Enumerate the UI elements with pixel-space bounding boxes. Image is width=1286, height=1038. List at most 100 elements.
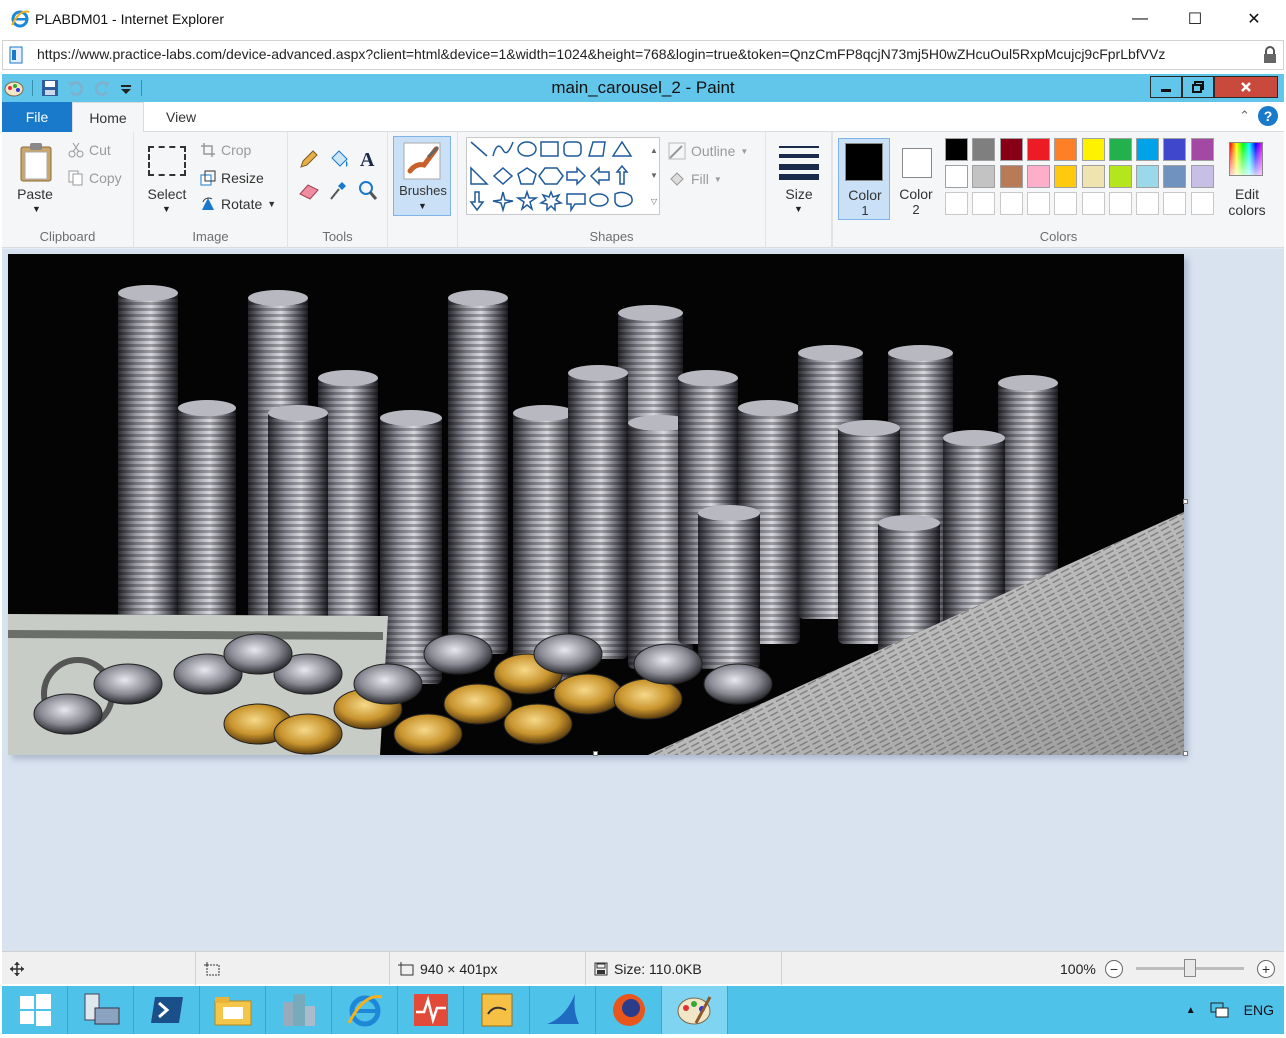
crop-button[interactable]: Crop xyxy=(200,142,251,158)
expand-icon[interactable]: ▽ xyxy=(651,197,657,206)
taskbar-wireshark[interactable] xyxy=(530,986,596,1034)
zoom-slider-thumb[interactable] xyxy=(1184,959,1196,977)
resize-button[interactable]: Resize xyxy=(200,170,264,186)
tab-home[interactable]: Home xyxy=(72,102,144,133)
coin-stack-ridges xyxy=(448,294,508,654)
color-swatch[interactable] xyxy=(1136,192,1160,215)
color-swatch[interactable] xyxy=(1163,165,1187,188)
tab-file[interactable]: File xyxy=(2,102,72,132)
maximize-button[interactable]: ☐ xyxy=(1172,6,1218,32)
taskbar-buildings[interactable] xyxy=(266,986,332,1034)
magnifier-icon[interactable] xyxy=(358,180,378,202)
coin-stack-top xyxy=(448,290,508,306)
network-icon[interactable] xyxy=(1210,1001,1230,1019)
close-button[interactable]: ✕ xyxy=(1231,6,1277,32)
taskbar-performance-monitor[interactable] xyxy=(398,986,464,1034)
color-swatch[interactable] xyxy=(1081,192,1105,215)
color-swatch[interactable] xyxy=(999,165,1023,188)
color-swatch[interactable] xyxy=(1081,165,1105,188)
show-hidden-icons-icon[interactable]: ▲ xyxy=(1186,1005,1196,1016)
taskbar-powershell[interactable] xyxy=(134,986,200,1034)
color-swatch[interactable] xyxy=(1108,192,1132,215)
taskbar-paint[interactable] xyxy=(662,986,728,1034)
pencil-icon[interactable] xyxy=(298,150,318,170)
color-swatch[interactable] xyxy=(972,165,996,188)
scroll-down-icon[interactable]: ▼ xyxy=(650,171,658,180)
color-swatch[interactable] xyxy=(1026,138,1050,161)
size-button[interactable]: Size ▼ xyxy=(772,138,826,218)
color-swatch[interactable] xyxy=(1163,138,1187,161)
color-swatch[interactable] xyxy=(1190,192,1214,215)
color-swatch[interactable] xyxy=(1026,192,1050,215)
fill-button[interactable]: Fill ▼ xyxy=(668,170,722,188)
paint-restore-button[interactable] xyxy=(1182,76,1214,98)
color-swatch[interactable] xyxy=(1054,138,1078,161)
color-swatch[interactable] xyxy=(945,165,968,188)
copy-button[interactable]: Copy xyxy=(68,170,122,186)
paint-palette-icon xyxy=(677,996,711,1025)
zoom-in-button[interactable]: + xyxy=(1257,960,1275,978)
color-swatch[interactable] xyxy=(1054,192,1078,215)
rotate-button[interactable]: Rotate ▼ xyxy=(200,196,276,212)
taskbar-notes[interactable] xyxy=(464,986,530,1034)
tab-view[interactable]: View xyxy=(148,102,214,132)
resize-handle-corner[interactable] xyxy=(1183,751,1188,756)
selection-icon xyxy=(204,961,220,975)
color-swatch[interactable] xyxy=(1054,165,1078,188)
lock-icon[interactable] xyxy=(1263,46,1277,64)
color-swatch[interactable] xyxy=(945,192,968,215)
image-canvas[interactable] xyxy=(8,254,1184,755)
url-text[interactable]: https://www.practice-labs.com/device-adv… xyxy=(37,46,1259,62)
notes-icon xyxy=(481,993,512,1027)
minimize-button[interactable]: — xyxy=(1117,6,1163,32)
shapes-scroll[interactable]: ▲ ▼ ▽ xyxy=(648,138,660,214)
color-swatch[interactable] xyxy=(1108,138,1132,161)
resize-handle-bottom[interactable] xyxy=(593,751,598,756)
color-swatch[interactable] xyxy=(1081,138,1105,161)
file-size: Size: 110.0KB xyxy=(586,952,782,985)
ribbon-tabs: File Home View ⌃ ? xyxy=(2,102,1284,133)
outline-button[interactable]: Outline ▼ xyxy=(668,142,748,160)
color-swatch[interactable] xyxy=(1163,192,1187,215)
color-swatch[interactable] xyxy=(999,138,1023,161)
start-button[interactable] xyxy=(2,986,68,1034)
text-icon[interactable]: A xyxy=(358,148,378,170)
loose-coin xyxy=(553,673,623,715)
brushes-button[interactable]: Brushes ▼ xyxy=(393,136,451,216)
resize-handle-right[interactable] xyxy=(1183,499,1188,504)
color-swatch[interactable] xyxy=(1136,138,1160,161)
paint-minimize-button[interactable] xyxy=(1150,76,1182,98)
paste-button[interactable]: Paste ▼ xyxy=(10,138,60,220)
color-spectrum-icon xyxy=(1229,142,1263,176)
shapes-gallery[interactable] xyxy=(466,137,660,215)
fill-bucket-icon[interactable] xyxy=(328,148,350,170)
cut-button[interactable]: Cut xyxy=(68,142,111,158)
taskbar-server-manager[interactable] xyxy=(68,986,134,1034)
canvas-area[interactable] xyxy=(2,249,1284,951)
collapse-ribbon-icon[interactable]: ⌃ xyxy=(1239,108,1250,124)
help-icon[interactable]: ? xyxy=(1258,106,1278,126)
color-picker-icon[interactable] xyxy=(328,180,348,202)
taskbar-file-explorer[interactable] xyxy=(200,986,266,1034)
taskbar-firefox[interactable] xyxy=(596,986,662,1034)
color-swatch[interactable] xyxy=(999,192,1023,215)
color-swatch[interactable] xyxy=(1108,165,1132,188)
select-button[interactable]: Select ▼ xyxy=(144,138,190,220)
taskbar-internet-explorer[interactable] xyxy=(332,986,398,1034)
color-swatch[interactable] xyxy=(1190,138,1214,161)
address-bar[interactable]: https://www.practice-labs.com/device-adv… xyxy=(2,40,1284,70)
eraser-icon[interactable] xyxy=(298,182,320,200)
color-swatch[interactable] xyxy=(1026,165,1050,188)
color-swatch[interactable] xyxy=(972,138,996,161)
color-swatch[interactable] xyxy=(1190,165,1214,188)
paint-close-button[interactable] xyxy=(1214,76,1278,98)
language-indicator[interactable]: ENG xyxy=(1244,1002,1274,1018)
zoom-out-button[interactable]: − xyxy=(1105,960,1123,978)
color-swatch[interactable] xyxy=(972,192,996,215)
edit-colors-button[interactable]: Edit colors xyxy=(1217,138,1277,220)
color-swatch[interactable] xyxy=(1136,165,1160,188)
brush-icon xyxy=(403,142,441,180)
color-swatch[interactable] xyxy=(945,138,968,161)
scroll-up-icon[interactable]: ▲ xyxy=(650,146,658,155)
coin-stack-ridges xyxy=(118,289,178,649)
